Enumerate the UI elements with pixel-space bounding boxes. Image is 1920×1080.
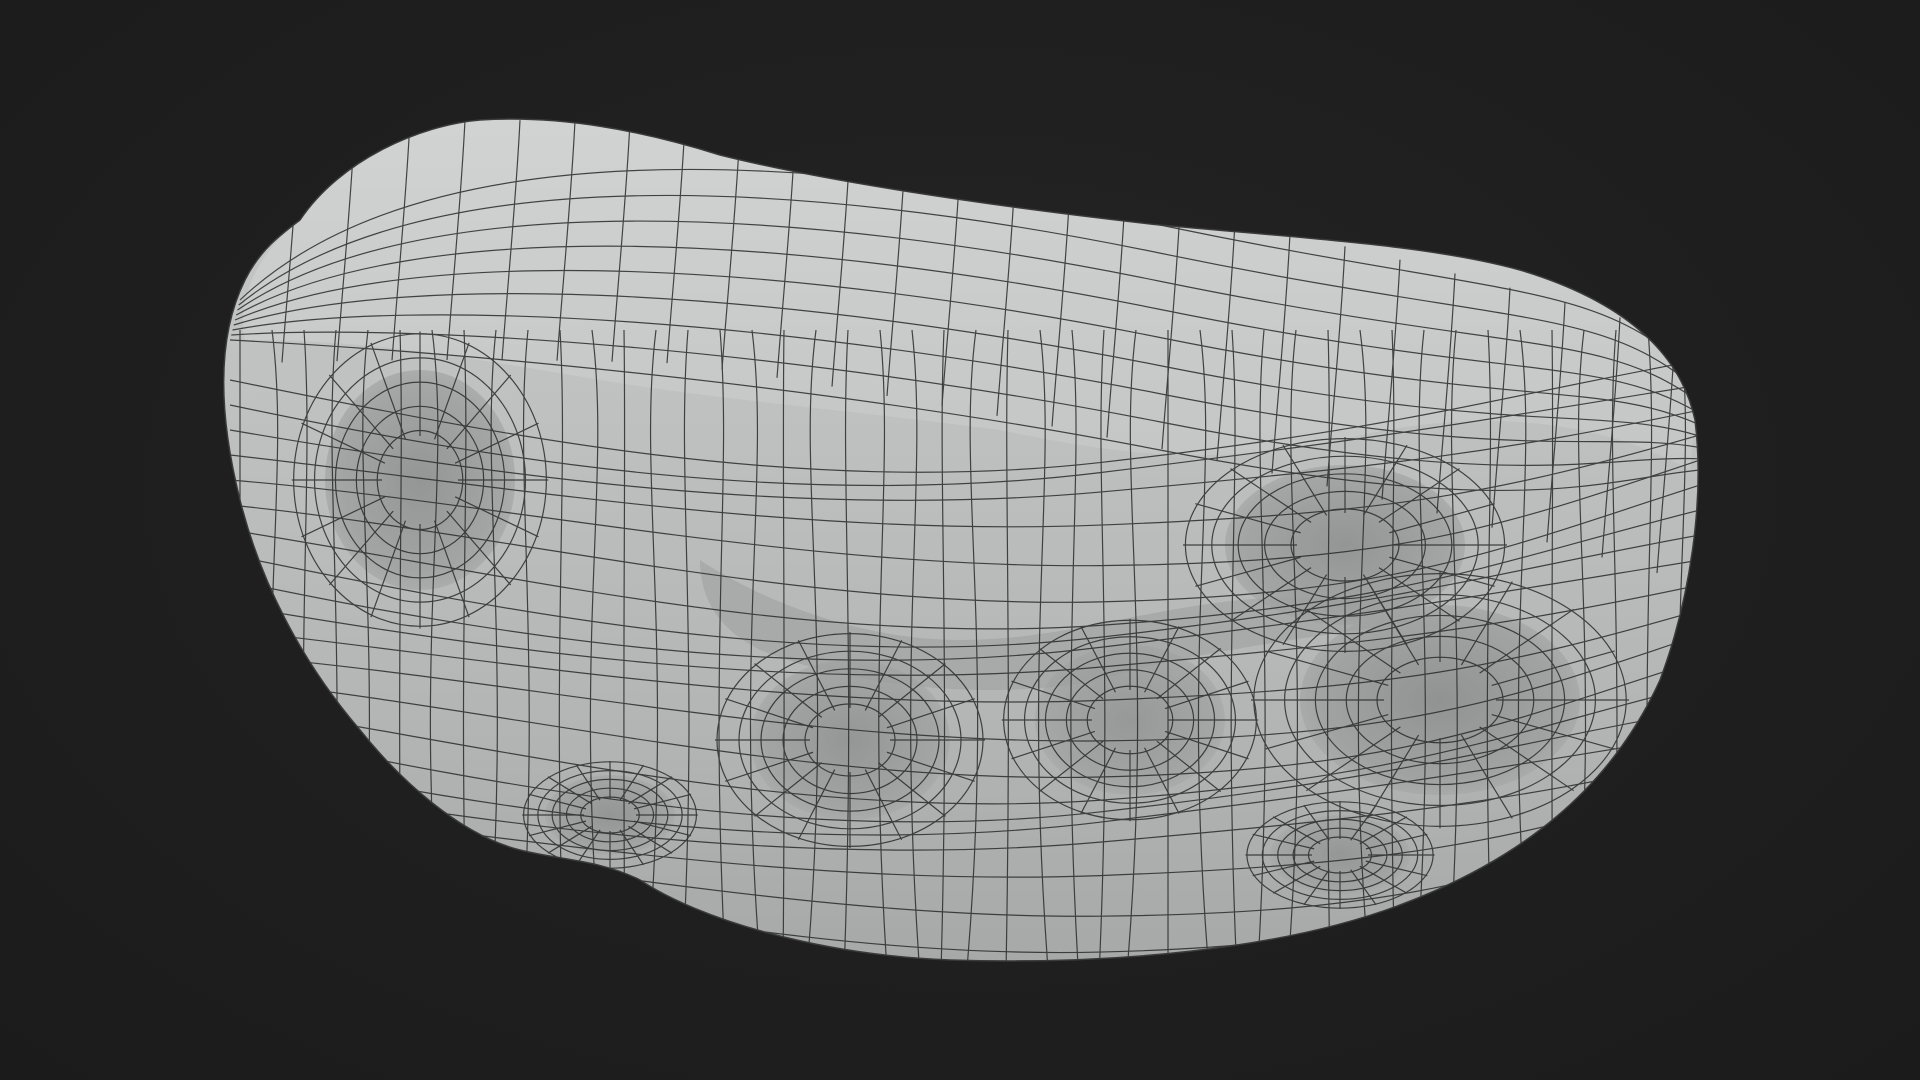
render-viewport [0, 0, 1920, 1080]
mesh-render [223, 118, 1699, 962]
